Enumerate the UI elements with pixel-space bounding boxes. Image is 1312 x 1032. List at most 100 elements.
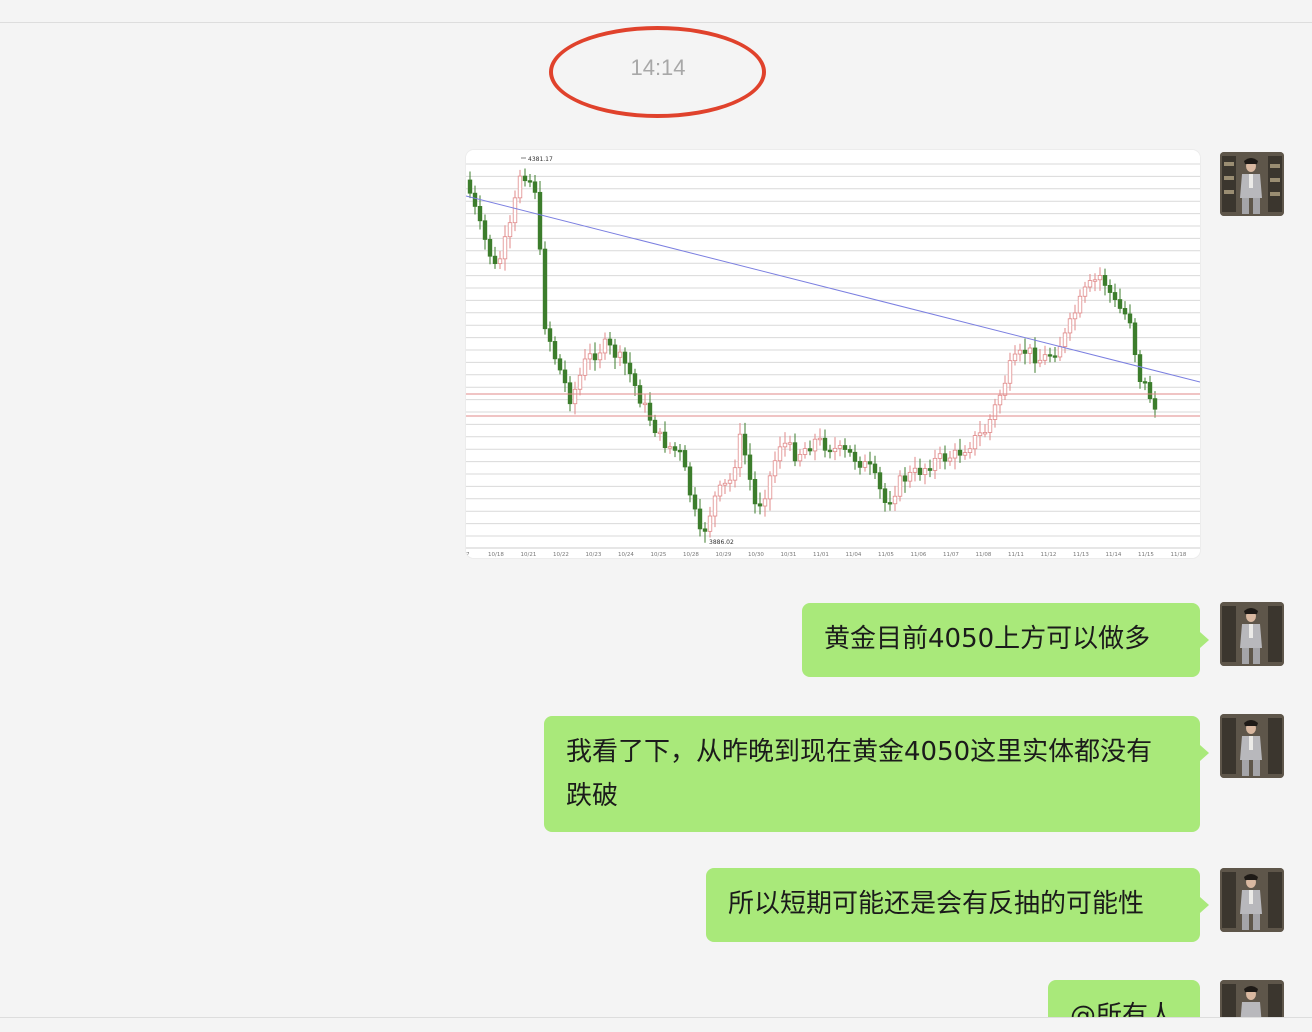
avatar[interactable] — [1220, 714, 1284, 778]
candle-body — [1037, 359, 1043, 364]
message-bubble[interactable]: 所以短期可能还是会有反抽的可能性 — [706, 868, 1200, 942]
highlight-circle — [549, 26, 766, 118]
candle-body — [1002, 382, 1008, 396]
candle-body — [482, 220, 488, 240]
chart-date-tick: 10/18 — [488, 552, 504, 558]
avatar[interactable] — [1220, 602, 1284, 666]
candle-body — [752, 479, 758, 505]
chart-date-tick: 11/14 — [1106, 552, 1122, 558]
candle-body — [1097, 275, 1103, 281]
chart-date-tick: 11/12 — [1041, 552, 1057, 558]
chart-image-message[interactable]: 4381.17 3886.02 7 10/18 10/21 10/22 10/23 10/24… — [466, 150, 1200, 558]
message-bubble[interactable]: 黄金目前4050上方可以做多 — [802, 603, 1200, 677]
candle-body — [1072, 312, 1078, 320]
candle-body — [862, 461, 868, 468]
candle-body — [492, 255, 498, 265]
candle-body — [1007, 360, 1013, 384]
candle-body — [797, 454, 803, 462]
candle-body — [972, 435, 978, 450]
chart-date-tick: 11/05 — [878, 552, 894, 558]
candle-body — [757, 503, 763, 507]
candle-body — [1047, 354, 1053, 357]
candle-body — [642, 402, 648, 406]
candle-body — [787, 442, 793, 445]
candle-body — [837, 445, 843, 449]
candle-body — [1112, 292, 1118, 300]
candle-body — [507, 222, 513, 238]
candle-body — [812, 438, 818, 452]
candle-body — [657, 431, 663, 435]
candle-body — [557, 358, 563, 371]
candle-body — [767, 475, 773, 500]
candle-body — [792, 442, 798, 462]
chart-date-tick: 7 — [466, 552, 470, 558]
chart-date-tick: 10/25 — [651, 552, 667, 558]
candle-body — [672, 446, 678, 451]
candle-body — [822, 437, 828, 451]
chart-date-tick: 10/28 — [683, 552, 699, 558]
candle-body — [777, 446, 783, 462]
candle-body — [1087, 280, 1093, 288]
candle-body — [827, 449, 833, 453]
chart-date-tick: 11/11 — [1008, 552, 1024, 558]
chart-date-tick: 11/01 — [813, 552, 829, 558]
candle-body — [617, 351, 623, 358]
avatar-photo — [1220, 152, 1284, 216]
candle-body — [997, 394, 1003, 406]
candle-body — [547, 328, 553, 342]
message-text: 我看了下，从昨晚到现在黄金4050这里实体都没有跌破 — [566, 737, 1153, 811]
candle-body — [512, 197, 518, 224]
input-area-edge — [0, 1018, 1312, 1032]
candle-body — [947, 457, 953, 462]
candle-body — [1142, 381, 1148, 384]
candle-body — [517, 175, 523, 199]
candle-body — [962, 452, 968, 456]
avatar-photo — [1220, 868, 1284, 932]
candle-body — [532, 181, 538, 193]
candle-body — [852, 451, 858, 462]
message-bubble[interactable]: 我看了下，从昨晚到现在黄金4050这里实体都没有跌破 — [544, 716, 1200, 832]
candle-body — [712, 495, 718, 517]
candle-body — [567, 382, 573, 405]
candle-body — [782, 442, 788, 448]
candle-body — [707, 515, 713, 532]
candle-body — [917, 467, 923, 475]
candle-body — [677, 449, 683, 453]
candle-body — [847, 449, 853, 453]
chart-date-tick: 10/22 — [553, 552, 569, 558]
candle-body — [937, 453, 943, 459]
candle-body — [877, 472, 883, 490]
chart-date-tick: 11/15 — [1138, 552, 1154, 558]
candle-body — [587, 353, 593, 360]
candle-body — [922, 468, 928, 475]
chart-date-tick: 11/13 — [1073, 552, 1089, 558]
chart-date-tick: 11/04 — [846, 552, 862, 558]
avatar[interactable] — [1220, 152, 1284, 216]
candle-body — [932, 457, 938, 471]
candle-body — [832, 447, 838, 453]
candle-body — [1032, 347, 1038, 364]
chart-date-tick: 11/18 — [1171, 552, 1187, 558]
candle-body — [702, 528, 708, 532]
chart-date-tick: 10/30 — [748, 552, 764, 558]
message-text: 所以短期可能还是会有反抽的可能性 — [728, 889, 1145, 919]
candle-body — [1107, 285, 1113, 293]
candle-body — [957, 449, 963, 456]
chart-date-tick: 11/07 — [943, 552, 959, 558]
candle-body — [742, 433, 748, 456]
candle-body — [732, 467, 738, 481]
candle-body — [1092, 279, 1098, 282]
top-divider — [0, 22, 1312, 23]
candle-body — [1102, 275, 1108, 286]
candle-body — [602, 338, 608, 354]
candle-body — [527, 180, 533, 183]
candle-body — [597, 352, 603, 361]
candle-body — [627, 362, 633, 375]
candle-body — [612, 344, 618, 358]
candle-body — [1137, 354, 1143, 382]
candle-body — [762, 498, 768, 507]
candle-body — [1067, 318, 1073, 334]
candle-body — [1127, 313, 1133, 324]
candle-body — [992, 404, 998, 420]
avatar[interactable] — [1220, 868, 1284, 932]
